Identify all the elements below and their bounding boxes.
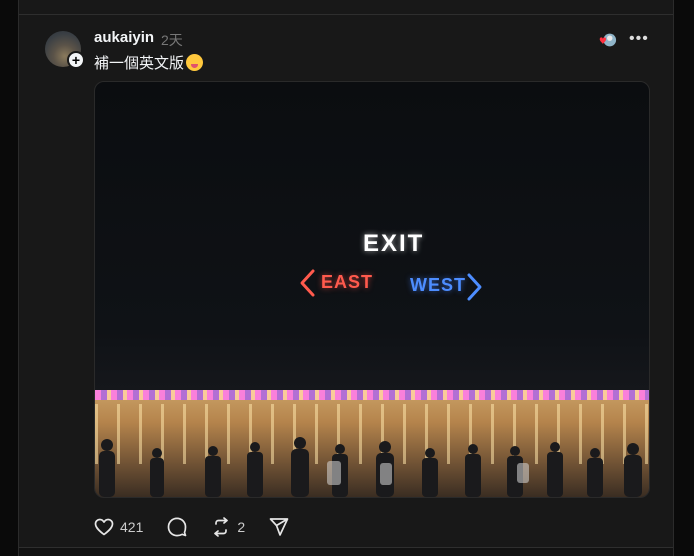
post-text-content: 補一個英文版 (94, 55, 185, 72)
heart-icon (94, 518, 114, 536)
post-photo[interactable]: EXIT EAST WEST (94, 81, 650, 498)
feed-panel: + aukaiyin 2天 補一個英文版 ••• EXIT EAST WEST (18, 0, 674, 556)
comment-button[interactable] (167, 517, 187, 537)
like-count: 421 (120, 519, 144, 535)
repost-count: 2 (237, 519, 246, 535)
sign-east-text: EAST (321, 272, 374, 292)
zany-face-emoji-icon (186, 54, 204, 71)
next-post-edge (19, 547, 673, 556)
like-button[interactable]: 421 (94, 518, 143, 536)
follow-plus-icon[interactable]: + (67, 51, 85, 69)
arrow-left-icon (300, 269, 315, 297)
arrow-right-icon (467, 273, 482, 301)
action-bar: 421 2 (94, 516, 313, 538)
stadium-lights (95, 390, 649, 400)
send-icon (269, 518, 289, 536)
more-icon[interactable]: ••• (629, 30, 649, 48)
username[interactable]: aukaiyin (94, 29, 154, 46)
liked-by-avatar-icon[interactable] (597, 32, 617, 48)
repost-icon (214, 517, 229, 537)
post-text: 補一個英文版 (94, 52, 204, 73)
share-button[interactable] (269, 517, 289, 537)
previous-post-edge (19, 0, 673, 15)
sign-exit-text: EXIT (363, 230, 425, 257)
post-time[interactable]: 2天 (161, 30, 183, 50)
comment-icon (168, 517, 187, 537)
sign-west-text: WEST (410, 275, 466, 295)
crowd-silhouettes (99, 437, 642, 497)
repost-button[interactable]: 2 (211, 517, 245, 537)
